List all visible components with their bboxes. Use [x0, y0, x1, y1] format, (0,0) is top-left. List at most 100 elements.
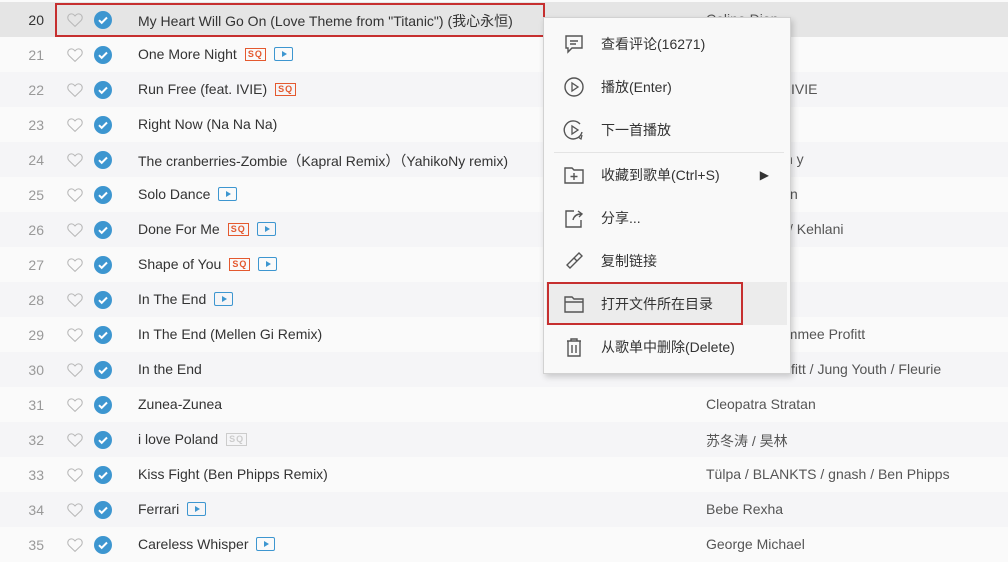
song-title-text: Shape of You	[138, 256, 222, 272]
song-title[interactable]: Ferrari	[138, 501, 207, 517]
menu-item-share[interactable]: 分享...	[546, 196, 787, 239]
song-artist[interactable]: 苏冬涛 / 昊林	[706, 431, 788, 451]
heart-icon[interactable]	[66, 501, 84, 519]
song-row[interactable]: 32 i love Poland SQ 苏冬涛 / 昊林	[0, 422, 1008, 457]
song-row[interactable]: 27 Shape of You SQ	[0, 247, 1008, 282]
heart-icon[interactable]	[66, 396, 84, 414]
song-artist[interactable]: Tülpa / BLANKTS / gnash / Ben Phipps	[706, 466, 950, 482]
heart-icon[interactable]	[66, 11, 84, 29]
heart-icon[interactable]	[66, 221, 84, 239]
heart-icon[interactable]	[66, 186, 84, 204]
song-title[interactable]: Careless Whisper	[138, 536, 276, 552]
mv-icon[interactable]	[256, 537, 276, 551]
song-title[interactable]: In The End	[138, 291, 234, 307]
downloaded-check-icon	[94, 81, 112, 99]
song-row[interactable]: 29 In The End (Mellen Gi Remix) ommee Pr…	[0, 317, 1008, 352]
downloaded-check-icon	[94, 186, 112, 204]
heart-icon[interactable]	[66, 536, 84, 554]
song-title[interactable]: In The End (Mellen Gi Remix)	[138, 326, 322, 342]
song-artist[interactable]: ommee Profitt	[778, 326, 865, 342]
play-icon	[564, 77, 584, 97]
menu-item-collect[interactable]: 收藏到歌单(Ctrl+S) ▶	[546, 153, 787, 196]
song-title[interactable]: The cranberries-Zombie（Kapral Remix）（Yah…	[138, 151, 508, 171]
song-title-text: In the End	[138, 361, 202, 377]
heart-icon[interactable]	[66, 291, 84, 309]
song-row[interactable]: 20 My Heart Will Go On (Love Theme from …	[0, 2, 1008, 37]
downloaded-check-icon	[94, 361, 112, 379]
song-artist[interactable]: Bebe Rexha	[706, 501, 783, 517]
mv-icon[interactable]	[258, 257, 278, 271]
song-title-text: Ferrari	[138, 501, 180, 517]
song-row[interactable]: 34 Ferrari Bebe Rexha	[0, 492, 1008, 527]
mv-icon[interactable]	[218, 187, 238, 201]
song-row[interactable]: 28 In The End	[0, 282, 1008, 317]
song-title[interactable]: Shape of You SQ	[138, 256, 278, 272]
song-title[interactable]: Run Free (feat. IVIE) SQ	[138, 81, 297, 97]
track-number: 21	[28, 47, 44, 63]
song-title[interactable]: My Heart Will Go On (Love Theme from "Ti…	[138, 11, 513, 31]
mv-icon[interactable]	[214, 292, 234, 306]
mv-icon[interactable]	[187, 502, 207, 516]
song-title[interactable]: One More Night SQ	[138, 46, 293, 62]
song-artist[interactable]: / Kehlani	[789, 221, 843, 237]
heart-icon[interactable]	[66, 81, 84, 99]
song-title[interactable]: Right Now (Na Na Na)	[138, 116, 277, 132]
heart-icon[interactable]	[66, 256, 84, 274]
mv-icon[interactable]	[273, 47, 293, 61]
song-row[interactable]: 35 Careless Whisper George Michael	[0, 527, 1008, 562]
menu-item-label: 收藏到歌单(Ctrl+S)	[601, 166, 720, 183]
downloaded-check-icon	[94, 291, 112, 309]
menu-item-copy-link[interactable]: 复制链接	[546, 239, 787, 282]
song-artist[interactable]: IVIE	[791, 81, 817, 97]
menu-item-open-folder[interactable]: 打开文件所在目录	[546, 282, 787, 325]
song-title[interactable]: Done For Me SQ	[138, 221, 276, 237]
song-title[interactable]: In the End	[138, 361, 202, 377]
menu-item-comments[interactable]: 查看评论(16271)	[546, 22, 787, 65]
song-row[interactable]: 21 One More Night SQ	[0, 37, 1008, 72]
song-row[interactable]: 30 In the End fitt / Jung Youth / Fleuri…	[0, 352, 1008, 387]
song-row[interactable]: 23 Right Now (Na Na Na)	[0, 107, 1008, 142]
heart-icon[interactable]	[66, 361, 84, 379]
song-row[interactable]: 33 Kiss Fight (Ben Phipps Remix) Tülpa /…	[0, 457, 1008, 492]
sq-badge: SQ	[275, 82, 297, 96]
song-title-text: Right Now (Na Na Na)	[138, 116, 278, 132]
sq-badge: SQ	[226, 432, 248, 446]
menu-item-label: 打开文件所在目录	[601, 295, 713, 312]
song-title[interactable]: Zunea-Zunea	[138, 396, 222, 412]
track-number: 29	[28, 327, 44, 343]
downloaded-check-icon	[94, 326, 112, 344]
sq-badge: SQ	[227, 222, 249, 236]
heart-icon[interactable]	[66, 326, 84, 344]
song-artist[interactable]: n	[790, 186, 798, 202]
song-row[interactable]: 26 Done For Me SQ / Kehlani	[0, 212, 1008, 247]
song-title[interactable]: i love Poland SQ	[138, 431, 248, 447]
heart-icon[interactable]	[66, 431, 84, 449]
heart-icon[interactable]	[66, 46, 84, 64]
heart-icon[interactable]	[66, 116, 84, 134]
track-number: 31	[28, 397, 44, 413]
mv-icon[interactable]	[256, 222, 276, 236]
menu-separator	[554, 152, 784, 153]
track-number: 33	[28, 467, 44, 483]
song-artist[interactable]: fitt / Jung Youth / Fleurie	[791, 361, 941, 377]
song-title-text: i love Poland	[138, 431, 219, 447]
track-number: 24	[28, 152, 44, 168]
song-title-text: In The End	[138, 291, 207, 307]
menu-item-delete[interactable]: 从歌单中删除(Delete)	[546, 325, 787, 368]
song-title[interactable]: Solo Dance	[138, 186, 238, 202]
song-row[interactable]: 31 Zunea-Zunea Cleopatra Stratan	[0, 387, 1008, 422]
downloaded-check-icon	[94, 431, 112, 449]
song-title-text: Solo Dance	[138, 186, 211, 202]
heart-icon[interactable]	[66, 466, 84, 484]
song-title[interactable]: Kiss Fight (Ben Phipps Remix)	[138, 466, 328, 482]
heart-icon[interactable]	[66, 151, 84, 169]
song-artist[interactable]: Cleopatra Stratan	[706, 396, 816, 412]
menu-item-play[interactable]: 播放(Enter)	[546, 65, 787, 108]
song-row[interactable]: 25 Solo Dance n	[0, 177, 1008, 212]
song-row[interactable]: 24 The cranberries-Zombie（Kapral Remix）（…	[0, 142, 1008, 177]
song-artist[interactable]: George Michael	[706, 536, 805, 552]
song-title-text: The cranberries-Zombie（Kapral Remix）（Yah…	[138, 153, 509, 169]
menu-item-play-next[interactable]: 下一首播放	[546, 108, 787, 151]
track-number: 30	[28, 362, 44, 378]
song-row[interactable]: 22 Run Free (feat. IVIE) SQ IVIE	[0, 72, 1008, 107]
